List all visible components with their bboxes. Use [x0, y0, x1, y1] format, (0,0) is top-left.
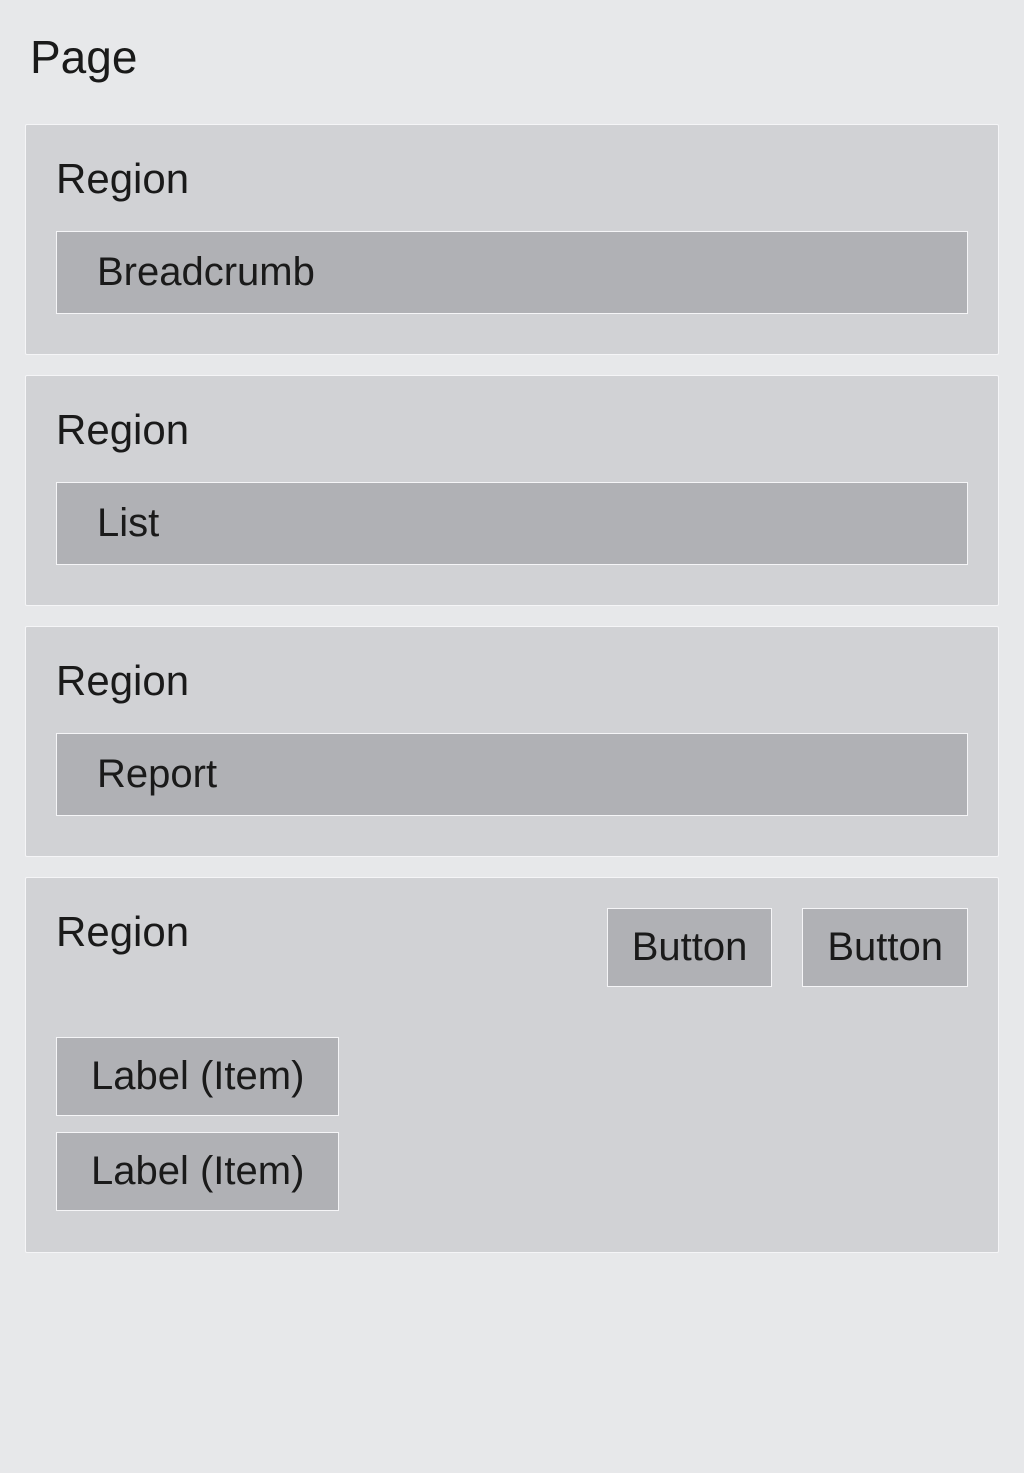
report[interactable]: Report [56, 733, 968, 816]
label-item: Label (Item) [56, 1037, 339, 1116]
label-item: Label (Item) [56, 1132, 339, 1211]
region-form: Region Button Button Label (Item) Label … [25, 877, 999, 1253]
region-report: Region Report [25, 626, 999, 857]
page-title: Page [30, 30, 999, 84]
region-title: Region [56, 406, 968, 454]
buttons-row: Button Button [607, 908, 968, 987]
breadcrumb[interactable]: Breadcrumb [56, 231, 968, 314]
region-title: Region [56, 155, 968, 203]
labels-container: Label (Item) Label (Item) [56, 1037, 968, 1227]
button-1[interactable]: Button [607, 908, 773, 987]
region-breadcrumb: Region Breadcrumb [25, 124, 999, 355]
region-title: Region [56, 657, 968, 705]
button-2[interactable]: Button [802, 908, 968, 987]
region-list: Region List [25, 375, 999, 606]
list[interactable]: List [56, 482, 968, 565]
region-title: Region [56, 908, 189, 956]
